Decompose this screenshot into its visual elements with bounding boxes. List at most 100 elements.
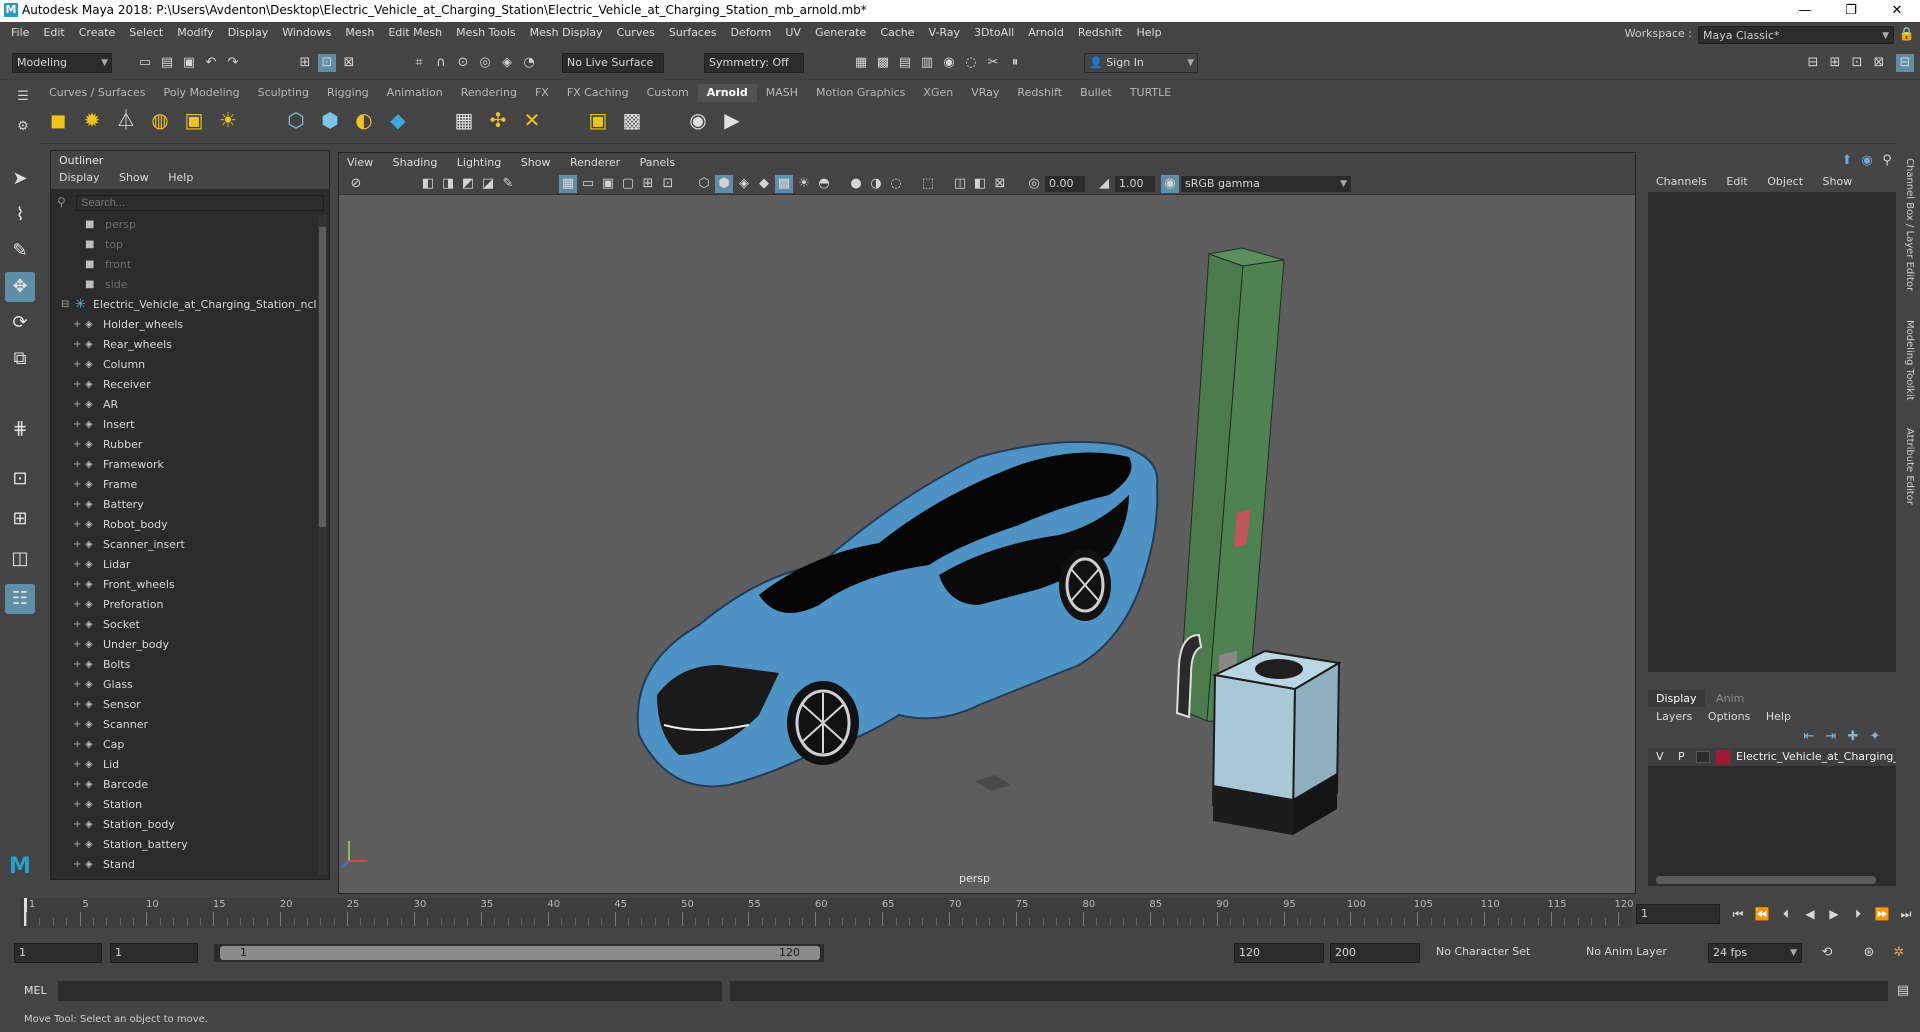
outliner-search-input[interactable] xyxy=(76,195,324,211)
rotate-tool-icon[interactable]: ⟳ xyxy=(5,308,35,338)
isolate-select-icon[interactable]: ⬚ xyxy=(919,175,937,193)
curve-collector-icon[interactable]: ◐ xyxy=(350,106,378,134)
lights-icon[interactable]: ▩ xyxy=(775,175,793,193)
expand-icon[interactable]: + xyxy=(73,515,81,535)
scale-tool-icon[interactable]: ⧉ xyxy=(5,344,35,374)
menu-curves[interactable]: Curves xyxy=(610,22,662,44)
xray-joints-icon[interactable]: ◧ xyxy=(971,175,989,193)
mesh-light-icon[interactable]: ✹ xyxy=(78,106,106,134)
expand-icon[interactable]: + xyxy=(73,315,81,335)
snap-point-icon[interactable]: ⊙ xyxy=(454,54,472,72)
loop-icon[interactable]: ⟲ xyxy=(1818,944,1836,962)
textured-icon[interactable]: ◆ xyxy=(755,175,773,193)
resolution-gate-icon[interactable]: ▣ xyxy=(599,175,617,193)
material-ops-icon[interactable]: ✕ xyxy=(518,106,546,134)
list-item[interactable]: + ◈ Lidar xyxy=(51,555,316,575)
expand-icon[interactable]: + xyxy=(73,795,81,815)
layer-name[interactable]: Electric_Vehicle_at_Charging_S xyxy=(1736,748,1896,766)
paint-select-icon[interactable]: ✎ xyxy=(5,236,35,266)
shelf-tab-animation[interactable]: Animation xyxy=(378,84,452,102)
menu-display[interactable]: Display xyxy=(221,22,276,44)
wireframe-icon[interactable]: ⬡ xyxy=(695,175,713,193)
anim-layer-dropdown[interactable]: No Anim Layer xyxy=(1582,943,1694,963)
menu-mesh-tools[interactable]: Mesh Tools xyxy=(449,22,523,44)
list-item[interactable]: + ◈ Insert xyxy=(51,415,316,435)
render-settings-icon[interactable]: ▥ xyxy=(918,54,936,72)
list-item[interactable]: + ◈ Column xyxy=(51,355,316,375)
four-pane-layout-icon[interactable]: ⊞ xyxy=(5,504,35,534)
list-item[interactable]: + ◈ AR xyxy=(51,395,316,415)
menu-cache[interactable]: Cache xyxy=(873,22,921,44)
time-slider[interactable]: 1 5 10 15 20 25 30 35 40 45 50 55 60 65 70 75 80 85 90 95 10… xyxy=(20,898,1634,928)
list-item[interactable]: + ◈ Station_body xyxy=(51,815,316,835)
menu-select[interactable]: Select xyxy=(122,22,170,44)
layer-menu-help[interactable]: Help xyxy=(1760,708,1797,725)
layer-scrollbar[interactable] xyxy=(1656,876,1876,884)
range-slider-handle[interactable]: 1 120 xyxy=(220,946,820,960)
shelf-tab-mash[interactable]: MASH xyxy=(757,84,807,102)
menu-3dtoall[interactable]: 3DtoAll xyxy=(967,22,1021,44)
expand-icon[interactable]: + xyxy=(73,695,81,715)
list-item[interactable]: + ◈ Scanner xyxy=(51,715,316,735)
last-tool-icon[interactable]: ⋕ xyxy=(5,414,35,444)
color-management-icon[interactable]: ◉ xyxy=(1161,175,1179,193)
list-item[interactable]: + ◈ Socket xyxy=(51,615,316,635)
list-item[interactable]: + ◈ Front_wheels xyxy=(51,575,316,595)
layer-menu-layers[interactable]: Layers xyxy=(1650,708,1698,725)
shelf-tab-redshift[interactable]: Redshift xyxy=(1008,84,1071,102)
smooth-shade-icon[interactable]: ⬢ xyxy=(715,175,733,193)
list-item[interactable]: + ◈ Bolts xyxy=(51,655,316,675)
grid-icon[interactable]: ▦ xyxy=(559,175,577,193)
expand-icon[interactable]: + xyxy=(73,635,81,655)
light-portal-icon[interactable]: ▣ xyxy=(180,106,208,134)
shelf-tab-turtle[interactable]: TURTLE xyxy=(1121,84,1180,102)
layer-type-toggle[interactable] xyxy=(1696,751,1710,763)
volume-icon[interactable]: ⬢ xyxy=(316,106,344,134)
layer-tab-anim[interactable]: Anim xyxy=(1708,690,1752,707)
layer-menu-options[interactable]: Options xyxy=(1702,708,1756,725)
channel-box-area[interactable] xyxy=(1648,192,1896,672)
list-item[interactable]: + ◈ Rear_wheels xyxy=(51,335,316,355)
render-preview-icon[interactable]: ◉ xyxy=(684,106,712,134)
select-camera-icon[interactable]: ⊘ xyxy=(347,175,365,193)
select-object-icon[interactable]: ⊡ xyxy=(318,54,336,72)
lock-icon[interactable]: 🔒 xyxy=(1898,26,1916,44)
shelf-tab-fx-caching[interactable]: FX Caching xyxy=(558,84,638,102)
list-item[interactable]: + ◈ Barcode xyxy=(51,775,316,795)
animation-start-field[interactable]: 1 xyxy=(14,943,102,963)
attribute-toggle-icon[interactable]: ◉ xyxy=(1858,152,1876,170)
render-setup-icon[interactable]: ✂ xyxy=(984,54,1002,72)
list-item[interactable]: + ◈ Stand xyxy=(51,855,316,875)
range-slider[interactable]: 1 120 xyxy=(214,944,824,962)
list-item[interactable]: + ◈ Holder_wheels xyxy=(51,315,316,335)
exposure-field[interactable]: 0.00 xyxy=(1045,176,1085,192)
open-scene-icon[interactable]: ▤ xyxy=(158,54,176,72)
list-item[interactable]: ■ side xyxy=(51,275,316,295)
playback-end-field[interactable]: 120 xyxy=(1234,943,1324,963)
modeling-toolkit-icon[interactable]: ⊟ xyxy=(1804,54,1822,72)
new-layer-selected-icon[interactable]: ✦ xyxy=(1866,728,1884,746)
flush-cache-icon[interactable]: ◆ xyxy=(384,106,412,134)
shadows-icon[interactable]: ☀ xyxy=(795,175,813,193)
expand-icon[interactable]: + xyxy=(73,855,81,875)
render-view-icon[interactable]: ▦ xyxy=(852,54,870,72)
side-tab-modeling-toolkit[interactable]: Modeling Toolkit xyxy=(1904,320,1915,401)
layer-row[interactable]: V P Electric_Vehicle_at_Charging_S xyxy=(1648,748,1896,766)
expand-icon[interactable]: + xyxy=(73,615,81,635)
select-hierarchy-icon[interactable]: ⊞ xyxy=(296,54,314,72)
gate-mask-icon[interactable]: ▢ xyxy=(619,175,637,193)
gamma-icon[interactable]: ◢ xyxy=(1095,175,1113,193)
list-item[interactable]: + ◈ Rubber xyxy=(51,435,316,455)
expand-icon[interactable]: + xyxy=(73,335,81,355)
expand-icon[interactable]: + xyxy=(73,575,81,595)
render-frame-icon[interactable]: ▩ xyxy=(874,54,892,72)
close-button[interactable]: ✕ xyxy=(1874,0,1920,22)
command-input[interactable] xyxy=(58,981,722,1001)
expand-icon[interactable]: + xyxy=(73,735,81,755)
character-set-dropdown[interactable]: No Character Set xyxy=(1432,943,1572,963)
redo-icon[interactable]: ↷ xyxy=(224,54,242,72)
hypershade-icon[interactable]: ◉ xyxy=(940,54,958,72)
motion-blur-icon[interactable]: ● xyxy=(847,175,865,193)
menu-file[interactable]: File xyxy=(4,22,36,44)
gamma-field[interactable]: 1.00 xyxy=(1115,176,1155,192)
